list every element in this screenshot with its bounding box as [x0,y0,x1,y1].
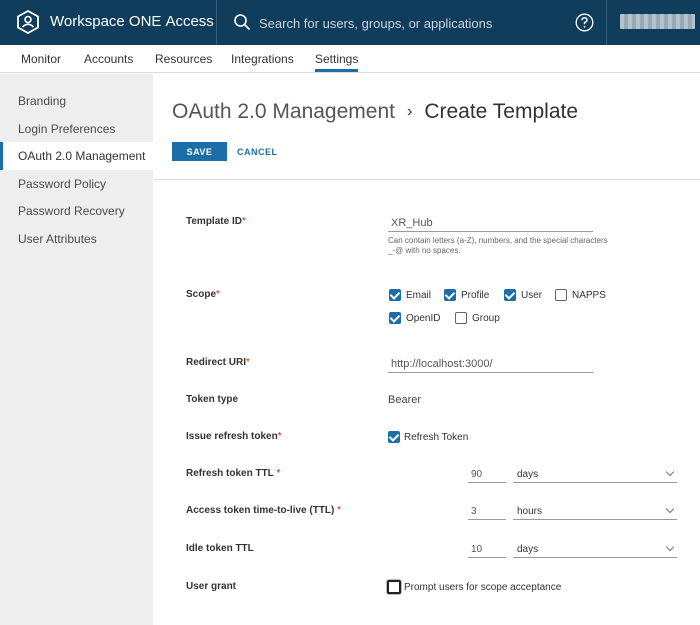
settings-sidebar: Branding Login Preferences OAuth 2.0 Man… [0,74,153,625]
idle-token-ttl-label: Idle token TTL [186,543,254,554]
template-id-input[interactable] [388,214,593,232]
top-header: Workspace ONE Access [0,0,700,45]
sidebar-item-login-preferences[interactable]: Login Preferences [0,115,153,143]
header-divider [606,0,607,45]
tab-integrations[interactable]: Integrations [231,52,294,66]
page-title: Create Template [424,100,579,123]
chevron-down-icon [665,504,675,514]
search-input[interactable] [259,13,549,33]
app-title[interactable]: Workspace ONE Access [50,13,214,30]
chevron-down-icon [665,467,675,477]
sidebar-item-branding[interactable]: Branding [0,87,153,115]
scope-openid-checkbox[interactable] [389,312,401,324]
idle-token-ttl-unit-select[interactable]: days [513,542,677,558]
scope-profile-label: Profile [461,290,490,301]
refresh-token-ttl-unit: days [517,469,539,480]
chevron-down-icon [665,542,675,552]
tab-monitor[interactable]: Monitor [21,52,61,66]
app-product: Access [165,13,214,30]
refresh-token-ttl-input[interactable] [468,467,506,483]
refresh-token-ttl-label: Refresh token TTL * [186,468,281,479]
scope-user-checkbox[interactable] [504,289,516,301]
header-divider [216,0,217,45]
scope-email-label: Email [406,290,432,301]
help-circle-icon[interactable] [575,13,594,32]
scope-openid-label: OpenID [406,313,441,324]
scope-user-label: User [521,290,543,301]
app-name: Workspace ONE [50,13,162,30]
main-nav: Monitor Accounts Resources Integrations … [0,45,700,73]
access-token-ttl-label: Access token time-to-live (TTL) * [186,505,342,516]
sidebar-item-password-recovery[interactable]: Password Recovery [0,197,153,225]
scope-email-checkbox[interactable] [389,289,401,301]
user-grant-label: User grant [186,581,237,592]
refresh-token-checkbox[interactable] [388,431,400,443]
sidebar-item-password-policy[interactable]: Password Policy [0,170,153,198]
tab-settings[interactable]: Settings [315,52,359,72]
breadcrumb-separator: › [406,103,413,120]
access-token-ttl-unit-select[interactable]: hours [513,504,677,520]
user-grant-checkbox[interactable] [387,580,401,594]
access-token-ttl-unit: hours [517,506,543,517]
scope-napps-label: NAPPS [572,290,606,301]
tab-resources[interactable]: Resources [155,52,212,66]
scope-profile-checkbox[interactable] [444,289,456,301]
cancel-button[interactable]: CANCEL [237,142,278,161]
user-grant-option-label: Prompt users for scope acceptance [404,582,562,593]
refresh-token-option-label: Refresh Token [404,432,469,443]
search-icon [234,14,251,31]
token-type-label: Token type [186,394,239,405]
save-button[interactable]: SAVE [172,142,227,161]
workspace-one-hexagon-icon[interactable] [17,10,39,34]
access-token-ttl-input[interactable] [468,504,506,520]
template-id-label: Template ID* [186,216,246,227]
template-id-hint: Can contain letters (a-Z), numbers, and … [388,236,608,255]
idle-token-ttl-input[interactable] [468,542,506,558]
scope-napps-checkbox[interactable] [555,289,567,301]
tab-accounts[interactable]: Accounts [84,52,133,66]
breadcrumb-parent[interactable]: OAuth 2.0 Management [172,100,395,123]
sidebar-item-user-attributes[interactable]: User Attributes [0,225,153,253]
sidebar-item-oauth[interactable]: OAuth 2.0 Management [0,142,153,170]
idle-token-ttl-unit: days [517,544,539,555]
breadcrumb: OAuth 2.0 Management › Create Template [172,100,578,124]
token-type-value: Bearer [388,394,422,406]
scope-group-checkbox[interactable] [455,312,467,324]
issue-refresh-token-label: Issue refresh token* [186,431,282,442]
scope-group-label: Group [472,313,500,324]
scope-label: Scope* [186,289,220,300]
redirect-uri-label: Redirect URI* [186,357,250,368]
divider [154,179,700,180]
refresh-token-ttl-unit-select[interactable]: days [513,467,677,483]
redirect-uri-input[interactable] [388,355,593,373]
user-menu[interactable] [620,14,695,29]
